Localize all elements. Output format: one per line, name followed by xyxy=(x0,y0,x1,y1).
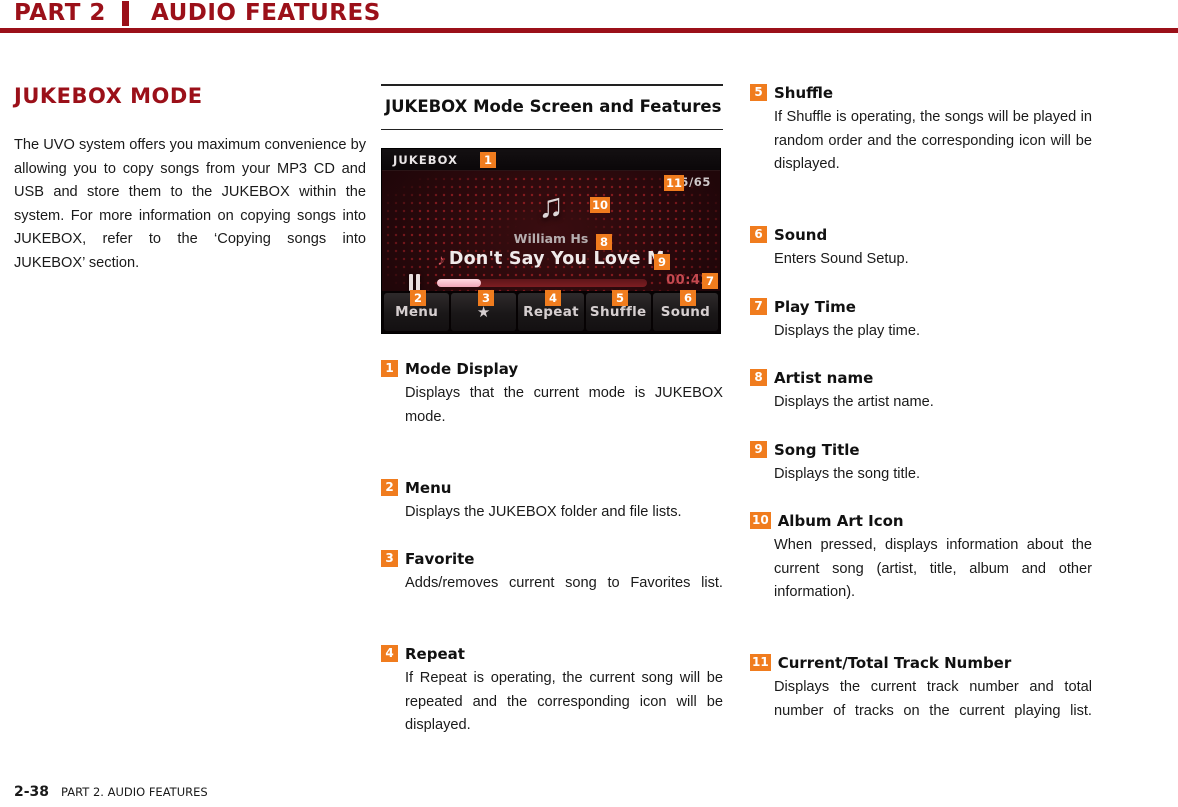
music-note-icon[interactable]: ♫ xyxy=(538,189,564,223)
left-column: JUKEBOX MODE The UVO system offers you m… xyxy=(14,84,366,275)
feature-title: Favorite xyxy=(405,550,475,568)
header-part-label: PART 2 xyxy=(14,0,106,26)
feature-title: Menu xyxy=(405,478,452,497)
page-footer: 2-38 PART 2. AUDIO FEATURES xyxy=(14,783,208,801)
callout-badge-2: 2 xyxy=(410,290,426,306)
header-section-title: AUDIO FEATURES xyxy=(151,0,381,26)
feature-number-badge: 9 xyxy=(750,440,767,458)
heading-rule-bottom xyxy=(381,128,723,130)
callout-badge-8: 8 xyxy=(596,234,612,250)
callout-badge-1: 1 xyxy=(480,152,496,168)
feature-number-badge: 6 xyxy=(750,226,767,243)
feature-description: Enters Sound Setup. xyxy=(774,251,909,267)
callout-badge-11: 11 xyxy=(664,175,685,191)
feature-number-badge: 8 xyxy=(750,369,767,386)
feature-number-badge: 10 xyxy=(750,512,771,529)
callout-badge-3: 3 xyxy=(478,290,494,306)
progress-bar[interactable] xyxy=(437,279,647,287)
feature-number-badge: 3 xyxy=(381,550,398,567)
feature-title: Artist name xyxy=(774,369,874,387)
callout-badge-9: 9 xyxy=(654,254,670,270)
feature-heading: 10 Album Art Icon xyxy=(750,512,1092,530)
jukebox-screen-illustration: JUKEBOX 5/65 ♫ William Hs ♪ Don't Say You… xyxy=(381,148,721,334)
feature-description: If Shuffle is operating, the songs will … xyxy=(774,109,1092,172)
running-header: PART 2 AUDIO FEATURES xyxy=(0,0,1178,34)
feature-item: 2 Menu Displays the JUKEBOX folder and fi… xyxy=(381,478,723,525)
feature-item: 10 Album Art Icon When pressed, displays … xyxy=(750,512,1092,628)
feature-number-badge: 4 xyxy=(381,645,398,662)
feature-heading: 2 Menu xyxy=(381,478,723,497)
footer-section-label: PART 2. AUDIO FEATURES xyxy=(61,785,208,799)
feature-item: 11 Current/Total Track Number Displays th… xyxy=(750,654,1092,747)
footer-page-number: 2-38 xyxy=(14,784,50,800)
feature-item: 7 Play Time Displays the play time. xyxy=(750,297,1092,344)
feature-number-badge: 1 xyxy=(381,360,398,377)
pause-icon[interactable] xyxy=(408,274,421,291)
screen-mode-label: JUKEBOX xyxy=(393,153,459,167)
feature-item: 8 Artist name Displays the artist name. xyxy=(750,369,1092,415)
feature-description: Displays that the current mode is JUKEBO… xyxy=(405,385,723,425)
screen-song-title: Don't Say You Love M xyxy=(448,249,665,269)
feature-item: 1 Mode Display Displays that the current … xyxy=(381,360,723,453)
header-divider xyxy=(122,1,129,26)
feature-description: If Repeat is operating, the current song… xyxy=(405,670,723,733)
feature-number-badge: 7 xyxy=(750,297,767,315)
header-rule xyxy=(0,28,1178,33)
screen-track-counter: 5/65 xyxy=(680,175,711,189)
intro-paragraph: The UVO system offers you maximum conven… xyxy=(14,137,366,271)
feature-heading: 4 Repeat xyxy=(381,645,723,663)
feature-title: Album Art Icon xyxy=(777,512,904,530)
music-note-small-icon: ♪ xyxy=(437,252,445,269)
feature-title: Sound xyxy=(774,226,828,244)
feature-item: 5 Shuffle If Shuffle is operating, the so… xyxy=(750,84,1092,200)
middle-column: JUKEBOX Mode Screen and Features JUKEBOX… xyxy=(381,84,723,761)
feature-item: 9 Song Title Displays the song title. xyxy=(750,440,1092,487)
feature-number-badge: 11 xyxy=(750,654,771,671)
page-title: JUKEBOX MODE xyxy=(14,84,203,108)
feature-title: Current/Total Track Number xyxy=(777,654,1012,672)
feature-item: 4 Repeat If Repeat is operating, the curr… xyxy=(381,645,723,761)
feature-description: Displays the song title. xyxy=(774,465,921,482)
callout-badge-7: 7 xyxy=(702,273,718,289)
callout-badge-10: 10 xyxy=(590,197,611,213)
feature-description: Displays the JUKEBOX folder and file lis… xyxy=(405,503,682,520)
feature-title: Shuffle xyxy=(774,84,834,102)
feature-heading: 8 Artist name xyxy=(750,369,1092,387)
feature-number-badge: 2 xyxy=(381,478,398,496)
feature-title: Repeat xyxy=(405,645,465,663)
subsection-heading: JUKEBOX Mode Screen and Features xyxy=(385,96,722,116)
feature-item: 3 Favorite Adds/removes current song to F… xyxy=(381,550,723,619)
feature-number-badge: 5 xyxy=(750,84,767,101)
feature-title: Song Title xyxy=(774,440,860,459)
feature-description: Displays the current track number and to… xyxy=(774,679,1092,719)
callout-badge-4: 4 xyxy=(545,290,561,306)
feature-description: When pressed, displays information about… xyxy=(774,537,1092,600)
right-column: 5 Shuffle If Shuffle is operating, the so… xyxy=(750,84,1092,747)
feature-heading: 6 Sound xyxy=(750,226,1092,244)
feature-heading: 11 Current/Total Track Number xyxy=(750,654,1092,672)
feature-description: Adds/removes current song to Favorites l… xyxy=(405,575,723,591)
feature-heading: 9 Song Title xyxy=(750,440,1092,459)
progress-bar-fill xyxy=(437,279,482,287)
callout-badge-5: 5 xyxy=(612,290,628,306)
feature-item: 6 Sound Enters Sound Setup. xyxy=(750,226,1092,272)
feature-title: Mode Display xyxy=(405,360,519,378)
feature-description: Displays the artist name. xyxy=(774,394,934,410)
feature-heading: 1 Mode Display xyxy=(381,360,723,378)
callout-badge-6: 6 xyxy=(680,290,696,306)
feature-heading: 5 Shuffle xyxy=(750,84,1092,102)
feature-title: Play Time xyxy=(774,297,856,316)
manual-page: PART 2 AUDIO FEATURES JUKEBOX MODE The U… xyxy=(0,0,1178,807)
screen-artist-name: William Hs xyxy=(513,231,589,246)
feature-description: Displays the play time. xyxy=(774,322,920,339)
feature-heading: 7 Play Time xyxy=(750,297,1092,316)
feature-heading: 3 Favorite xyxy=(381,550,723,568)
